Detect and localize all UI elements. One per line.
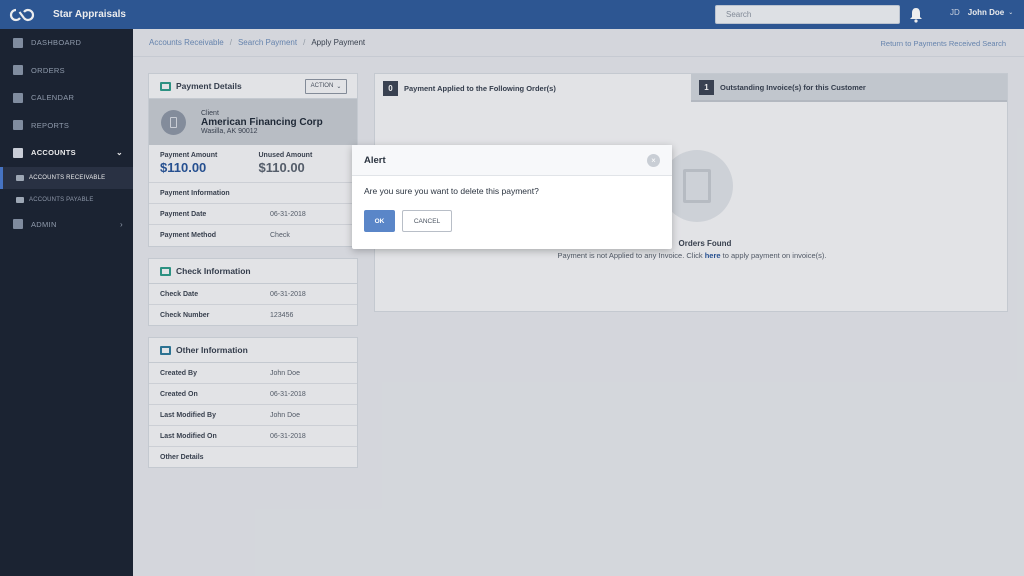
dialog-buttons: OK CANCEL (364, 210, 452, 232)
modal-backdrop[interactable] (0, 0, 1024, 576)
alert-dialog: Alert × Are you sure you want to delete … (352, 145, 672, 249)
dialog-message: Are you sure you want to delete this pay… (364, 186, 539, 196)
cancel-button[interactable]: CANCEL (402, 210, 452, 232)
close-icon[interactable]: × (647, 154, 660, 167)
ok-button[interactable]: OK (364, 210, 395, 232)
dialog-header: Alert (352, 145, 672, 176)
dialog-title: Alert (364, 154, 386, 166)
